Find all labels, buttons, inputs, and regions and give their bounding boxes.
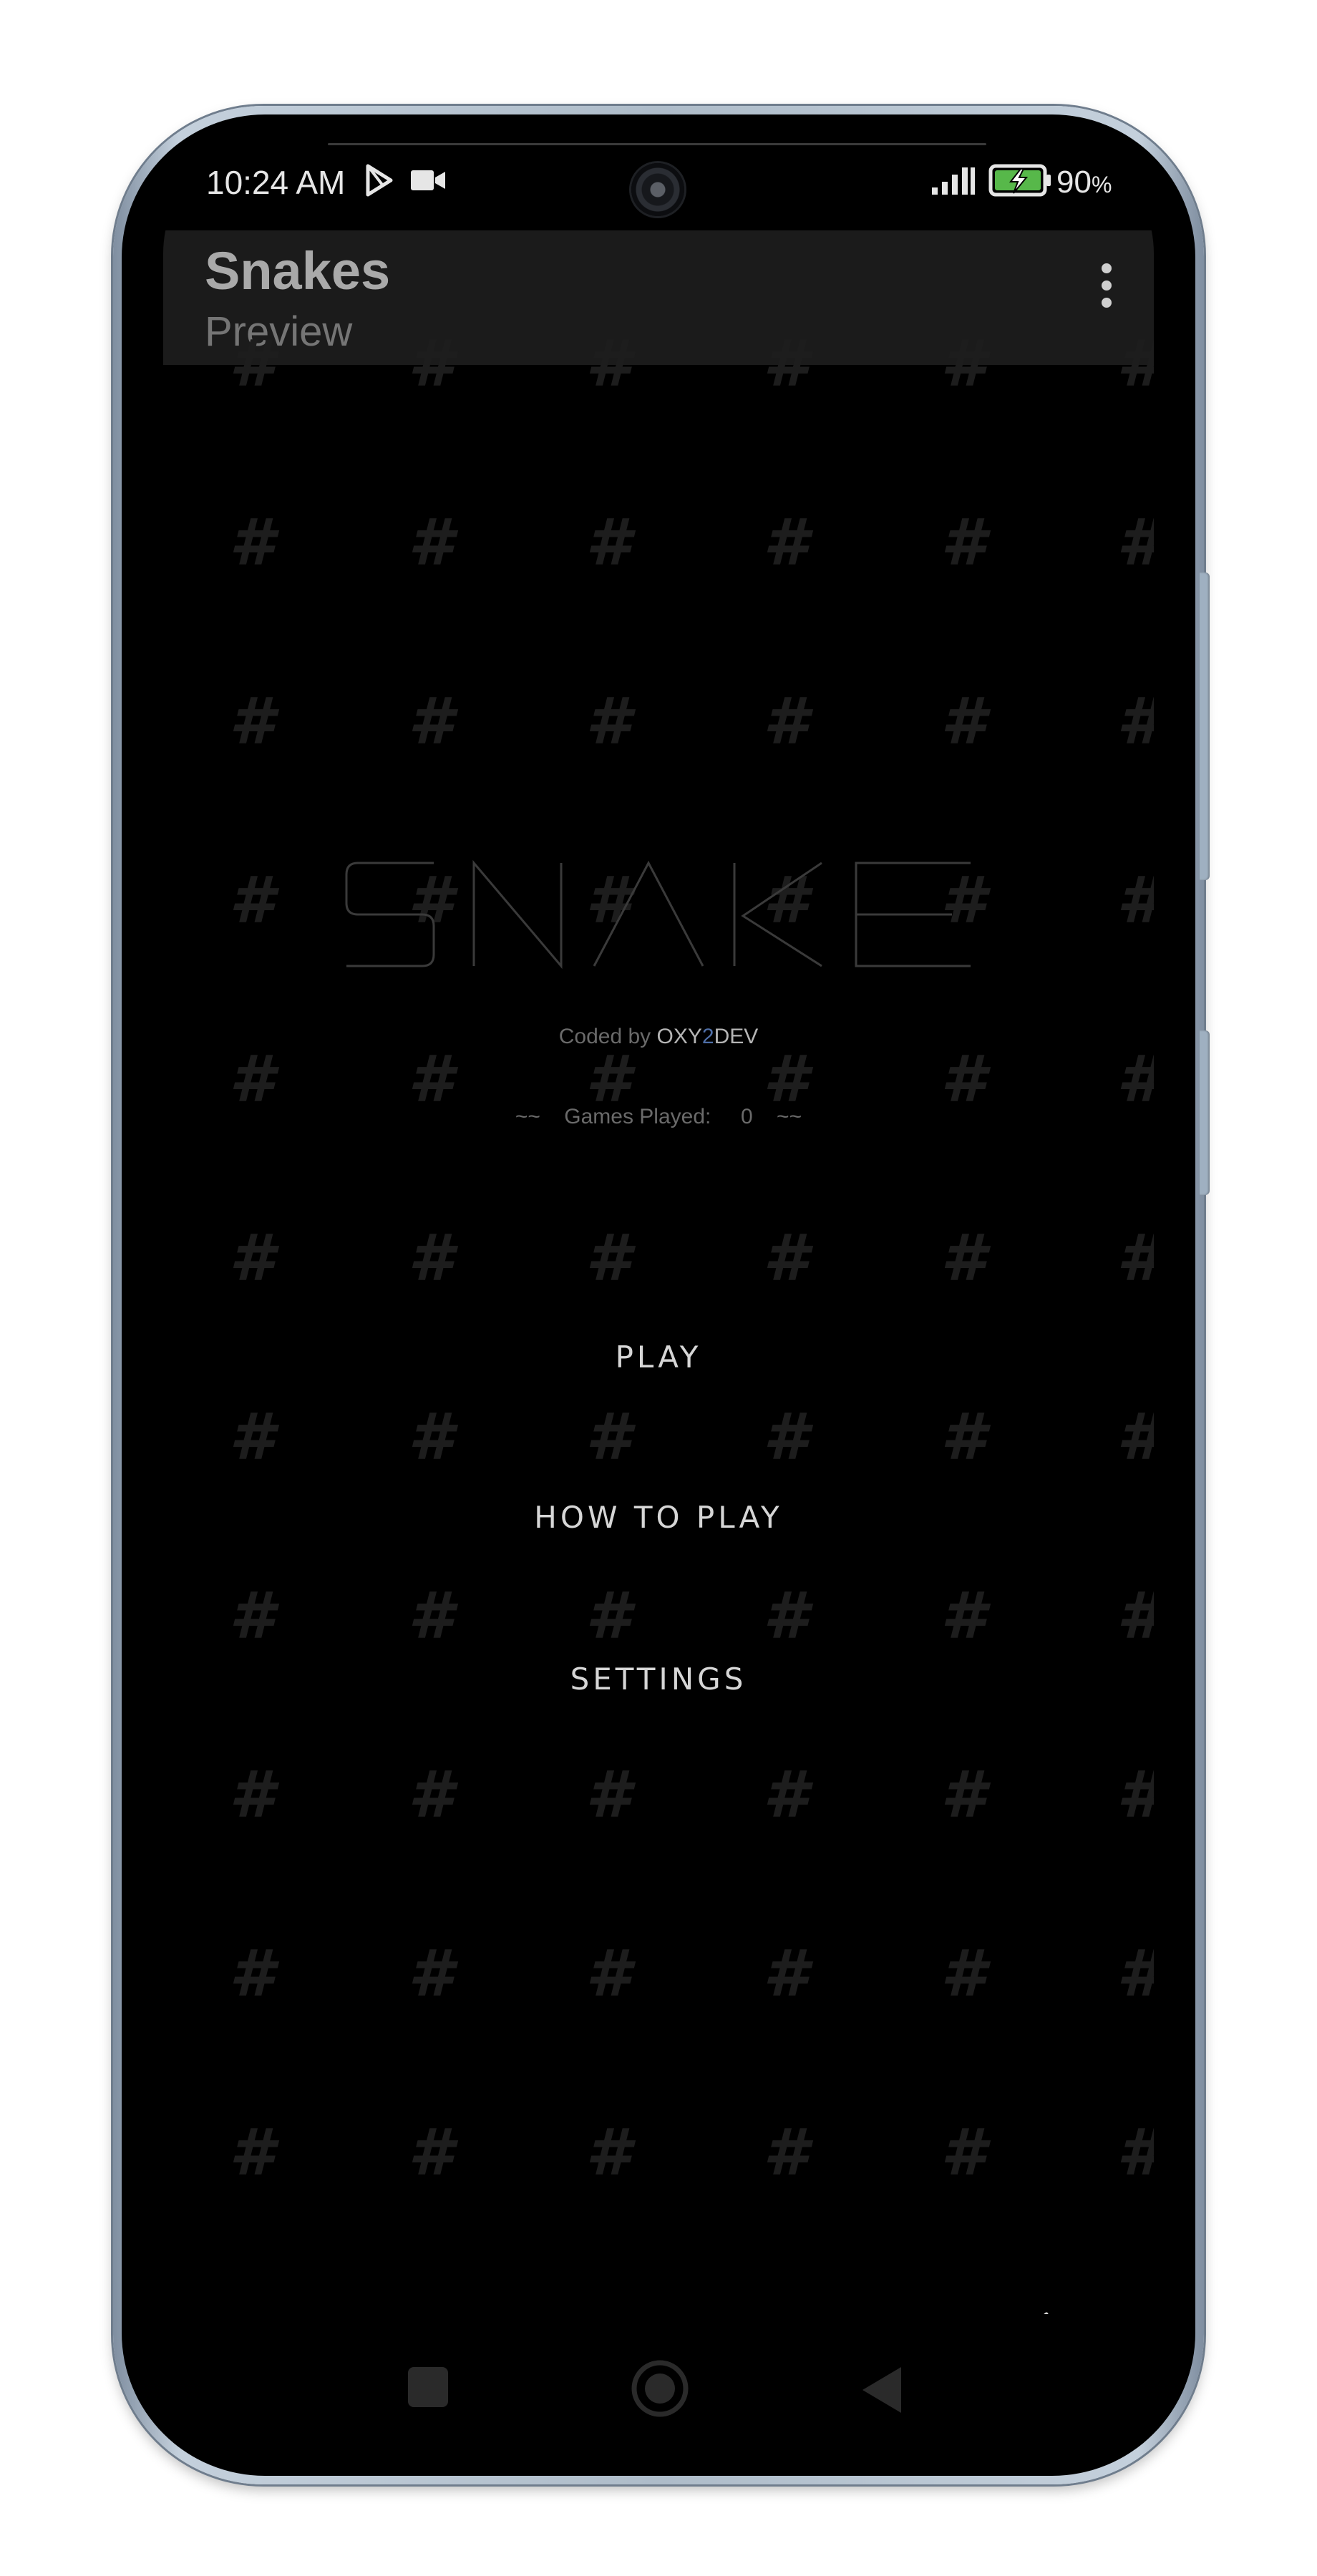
hash-pattern-symbol: # xyxy=(585,326,631,401)
hash-pattern-symbol: # xyxy=(229,1936,274,2011)
hash-pattern-symbol: # xyxy=(229,326,274,401)
play-button[interactable]: PLAY xyxy=(163,1340,1154,1375)
app-subtitle: Preview xyxy=(205,308,353,355)
how-to-play-button[interactable]: HOW TO PLAY xyxy=(163,1500,1154,1535)
hash-pattern-symbol: # xyxy=(408,1221,453,1296)
games-played-counter: ~~ Games Played: 0 ~~ xyxy=(515,1105,802,1128)
power-button xyxy=(1200,1030,1210,1195)
hash-pattern-symbol: # xyxy=(941,326,986,401)
battery-charging-icon xyxy=(988,164,1051,197)
hash-pattern-symbol: # xyxy=(763,505,808,580)
hash-pattern-symbol: # xyxy=(1117,2121,1154,2185)
hash-pattern-symbol: # xyxy=(585,1042,631,1117)
hash-pattern-symbol: # xyxy=(941,684,986,759)
snake-logo xyxy=(345,859,971,970)
hash-pattern-symbol: # xyxy=(763,1042,808,1117)
hash-pattern-symbol: # xyxy=(763,1757,808,1833)
hash-pattern-symbol: # xyxy=(763,1579,808,1654)
hash-pattern-symbol: # xyxy=(1117,1763,1154,1828)
front-camera xyxy=(631,163,684,216)
hash-pattern-symbol: # xyxy=(585,1936,631,2011)
hash-pattern-symbol: # xyxy=(229,1221,274,1296)
recents-square-icon[interactable] xyxy=(407,2366,449,2409)
hash-pattern-symbol: # xyxy=(763,684,808,759)
hash-pattern-symbol: # xyxy=(941,1579,986,1654)
hash-pattern-symbol: # xyxy=(941,1936,986,2011)
hash-pattern-symbol: # xyxy=(408,2115,453,2190)
hash-pattern-symbol: # xyxy=(1117,1226,1154,1291)
hash-pattern-symbol: # xyxy=(408,1757,453,1833)
hash-pattern-symbol: # xyxy=(408,505,453,580)
hash-pattern-symbol: # xyxy=(763,1221,808,1296)
hash-pattern-symbol: # xyxy=(229,2115,274,2190)
status-bar: 10:24 AM 90% xyxy=(163,139,1154,230)
hash-pattern-symbol: # xyxy=(408,1579,453,1654)
hash-pattern-symbol: # xyxy=(229,1579,274,1654)
hash-pattern-symbol: # xyxy=(1117,332,1154,396)
hash-pattern-symbol: # xyxy=(941,1042,986,1117)
hash-pattern-symbol: # xyxy=(941,1400,986,1475)
app-bar: Snakes Preview xyxy=(163,230,1154,365)
hash-pattern-symbol: # xyxy=(763,1936,808,2011)
hash-pattern-symbol: # xyxy=(941,1221,986,1296)
hash-pattern-symbol: # xyxy=(763,326,808,401)
settings-button[interactable]: SETTINGS xyxy=(163,1662,1154,1697)
hash-pattern-symbol: # xyxy=(408,1936,453,2011)
credit-line: Coded by OXY2DEV xyxy=(558,1025,759,1048)
hash-pattern-symbol: # xyxy=(1117,1405,1154,1470)
hash-pattern-symbol: # xyxy=(408,326,453,401)
earpiece xyxy=(328,143,986,145)
hash-pattern-symbol: # xyxy=(1117,1048,1154,1112)
hash-pattern-symbol: # xyxy=(585,2115,631,2190)
video-camera-icon xyxy=(411,170,445,190)
hash-pattern-symbol: # xyxy=(408,1400,453,1475)
signal-icon xyxy=(932,167,975,195)
hash-pattern-symbol: # xyxy=(585,1221,631,1296)
navigation-bar xyxy=(163,2314,1154,2451)
screen: 10:24 AM 90% Snakes Preview # # # # # # … xyxy=(163,139,1154,2451)
play-store-icon xyxy=(366,164,393,197)
home-circle-icon[interactable] xyxy=(630,2358,690,2419)
hash-pattern-symbol: # xyxy=(229,1400,274,1475)
hash-pattern-symbol: # xyxy=(1117,690,1154,754)
game-main-menu: # # # # # # # # # # # # # # # # # # # # # # # # # # # # # # # # # # # # # # # #… xyxy=(163,332,1154,2451)
hash-pattern-symbol: # xyxy=(229,1042,274,1117)
app-title: Snakes xyxy=(205,241,391,301)
more-vert-icon[interactable] xyxy=(1092,259,1121,323)
hash-pattern-symbol: # xyxy=(763,2115,808,2190)
hash-pattern-symbol: # xyxy=(408,684,453,759)
battery-percentage: 90% xyxy=(1056,165,1112,200)
status-time: 10:24 AM xyxy=(206,164,346,201)
hash-pattern-symbol: # xyxy=(1117,1584,1154,1649)
developer-name: OXY2DEV xyxy=(656,1025,759,1048)
hash-pattern-symbol: # xyxy=(941,505,986,580)
hash-pattern-symbol: # xyxy=(1117,869,1154,933)
hash-pattern-symbol: # xyxy=(585,505,631,580)
hash-pattern-symbol: # xyxy=(229,684,274,759)
hash-pattern-symbol: # xyxy=(941,1757,986,1833)
hash-pattern-symbol: # xyxy=(941,2115,986,2190)
hash-pattern-symbol: # xyxy=(408,1042,453,1117)
hash-pattern-symbol: # xyxy=(1117,511,1154,575)
hash-pattern-symbol: # xyxy=(1117,1942,1154,2006)
phone-bezel: 10:24 AM 90% Snakes Preview # # # # # # … xyxy=(122,114,1195,2476)
hash-pattern-symbol: # xyxy=(763,1400,808,1475)
hash-pattern-symbol: # xyxy=(585,1579,631,1654)
hash-pattern-symbol: # xyxy=(229,1757,274,1833)
hash-pattern-symbol: # xyxy=(229,505,274,580)
hash-pattern-symbol: # xyxy=(585,684,631,759)
volume-button xyxy=(1200,572,1210,880)
back-triangle-icon[interactable] xyxy=(861,2366,903,2414)
hash-pattern-symbol: # xyxy=(585,1757,631,1833)
hash-pattern-symbol: # xyxy=(229,863,274,938)
hash-pattern-symbol: # xyxy=(585,1400,631,1475)
